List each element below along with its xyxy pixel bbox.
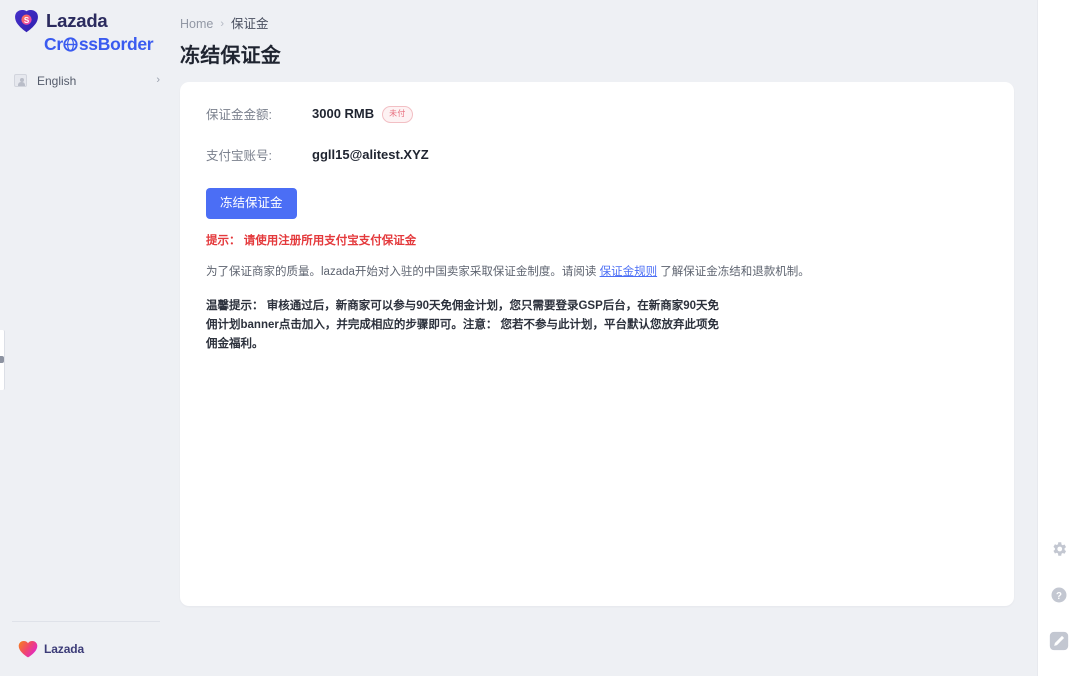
status-badge: 未付: [382, 106, 412, 123]
sidebar-item-label: English: [37, 74, 156, 88]
sidebar-spacer: [0, 94, 172, 622]
brand-secondary-row: Cr ssBorder: [14, 36, 164, 54]
field-value-group: 3000 RMB 未付: [312, 105, 413, 122]
sidebar-collapse-handle[interactable]: [0, 330, 5, 390]
payment-hint: 提示： 请使用注册所用支付宝支付保证金: [206, 233, 988, 249]
brand-primary-row: S Lazada: [14, 10, 164, 33]
globe-icon: [63, 37, 78, 52]
breadcrumb-current: 保证金: [231, 18, 269, 31]
sidebar-nav: English ›: [0, 68, 172, 94]
pencil-edit-icon: [1049, 631, 1069, 651]
breadcrumb-home[interactable]: Home: [180, 18, 213, 31]
deposit-card: 保证金金额: 3000 RMB 未付 支付宝账号: ggll15@alitest…: [180, 82, 1014, 606]
chevron-right-icon: ›: [220, 19, 224, 30]
policy-text-part2: 了解保证金冻结和退款机制。: [657, 266, 810, 278]
commission-free-notice: 温馨提示： 审核通过后，新商家可以参与90天免佣金计划，您只需要登录GSP后台，…: [206, 297, 721, 354]
lazada-shield-s-icon: S: [14, 10, 39, 33]
page-title: 冻结保证金: [180, 44, 1052, 68]
brand-logo[interactable]: S Lazada Cr ssBorder: [0, 0, 172, 58]
image-placeholder-icon: [14, 74, 27, 87]
brand-name: Lazada: [46, 12, 108, 31]
brand-subtitle-after: ssBorder: [79, 36, 153, 54]
freeze-deposit-button[interactable]: 冻结保证金: [206, 188, 297, 220]
sidebar-footer-label: Lazada: [44, 642, 84, 656]
sidebar: S Lazada Cr ssBorder: [0, 0, 172, 676]
main-content: Home › 保证金 冻结保证金 保证金金额: 3000 RMB 未付 支付宝账…: [172, 0, 1080, 676]
chevron-right-icon: ›: [156, 75, 160, 86]
alipay-account-value: ggll15@alitest.XYZ: [312, 147, 429, 162]
sidebar-item-english[interactable]: English ›: [0, 68, 172, 94]
svg-text:?: ?: [1056, 591, 1062, 602]
gear-icon: [1050, 540, 1068, 558]
deposit-amount-value: 3000 RMB: [312, 106, 374, 121]
breadcrumb: Home › 保证金: [180, 0, 1052, 31]
right-tool-panel: ?: [1037, 0, 1080, 676]
deposit-rules-link[interactable]: 保证金规则: [600, 266, 658, 278]
brand-subtitle-before: Cr: [44, 36, 63, 54]
policy-text-part1: 为了保证商家的质量。lazada开始对入驻的中国卖家采取保证金制度。请阅读: [206, 266, 600, 278]
sidebar-footer[interactable]: Lazada: [0, 622, 172, 676]
deposit-policy-paragraph: 为了保证商家的质量。lazada开始对入驻的中国卖家采取保证金制度。请阅读 保证…: [206, 263, 988, 281]
field-deposit-amount: 保证金金额: 3000 RMB 未付: [206, 104, 988, 123]
field-alipay-account: 支付宝账号: ggll15@alitest.XYZ: [206, 145, 988, 164]
svg-text:S: S: [24, 16, 30, 25]
field-label: 支付宝账号:: [206, 145, 312, 164]
question-circle-icon: ?: [1050, 586, 1068, 604]
help-button[interactable]: ?: [1046, 582, 1072, 608]
lazada-heart-icon: [18, 640, 38, 658]
settings-button[interactable]: [1046, 536, 1072, 562]
feedback-button[interactable]: [1046, 628, 1072, 654]
field-label: 保证金金额:: [206, 104, 312, 123]
app-root: S Lazada Cr ssBorder: [0, 0, 1080, 676]
